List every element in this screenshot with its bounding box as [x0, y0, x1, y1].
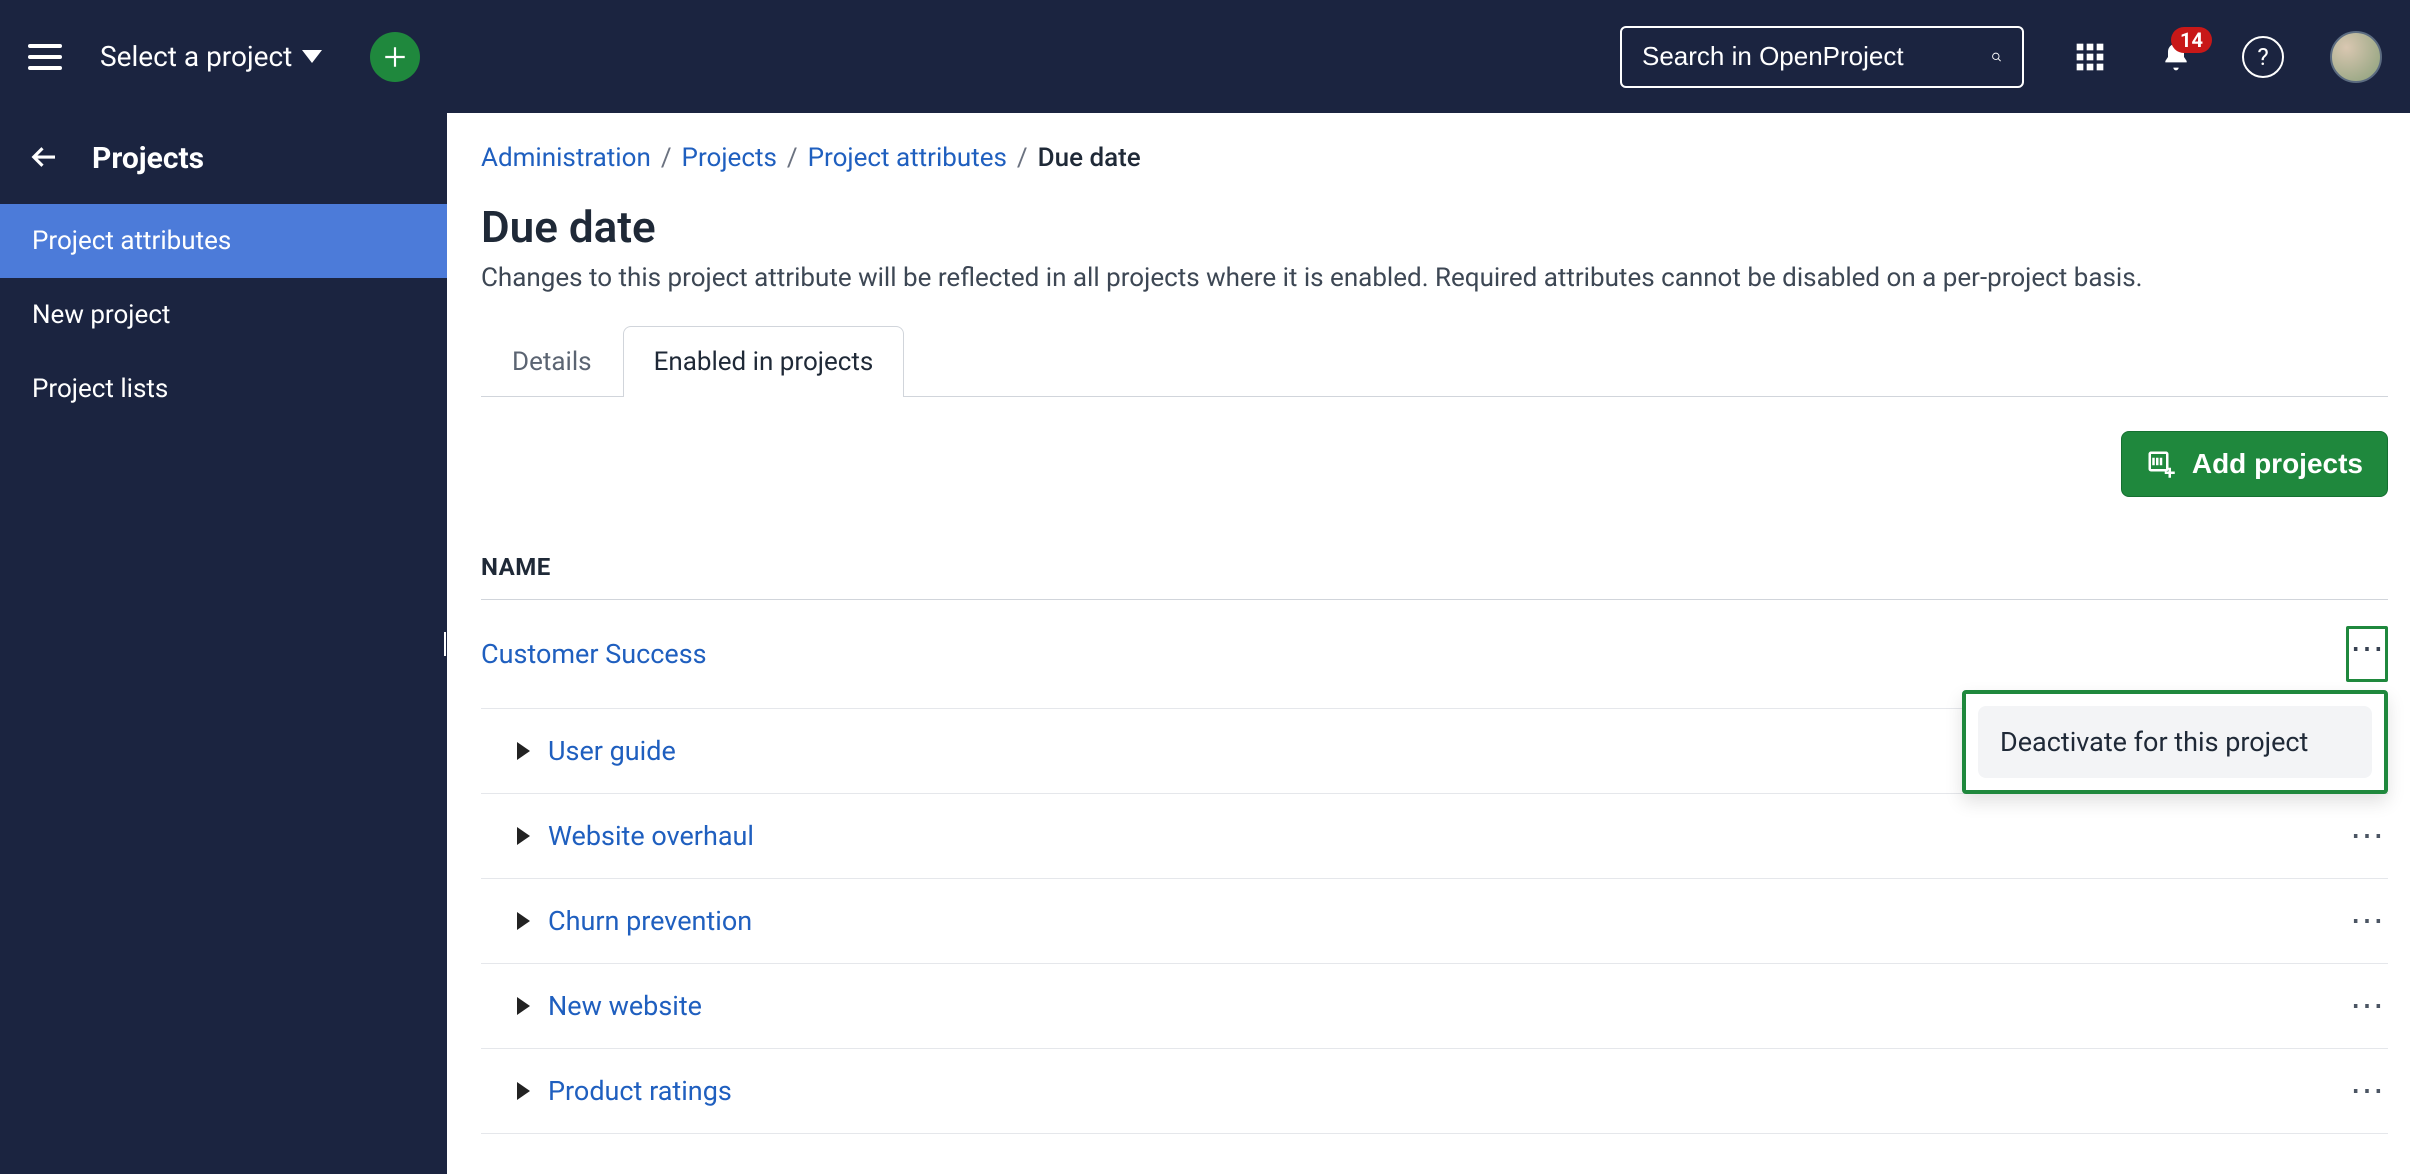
table-row: New website ⋯ [481, 964, 2388, 1049]
project-link[interactable]: Churn prevention [548, 905, 752, 937]
quick-add-button[interactable] [370, 32, 420, 82]
sidebar-item-project-lists[interactable]: Project lists [0, 352, 447, 426]
expand-toggle-icon[interactable] [517, 827, 530, 845]
tab-details[interactable]: Details [481, 326, 623, 397]
sidebar-item-label: Project lists [32, 374, 168, 404]
sidebar-item-label: Project attributes [32, 226, 231, 256]
breadcrumb-separator: / [1017, 143, 1028, 173]
question-icon: ? [2257, 43, 2268, 71]
topbar: Select a project 14 ? [0, 0, 2410, 113]
table-row: Website overhaul ⋯ [481, 794, 2388, 879]
breadcrumb-project-attributes[interactable]: Project attributes [808, 143, 1007, 173]
plus-icon [382, 44, 408, 70]
sidebar-item-project-attributes[interactable]: Project attributes [0, 204, 447, 278]
notifications-button[interactable]: 14 [2156, 37, 2196, 77]
select-project-dropdown[interactable]: Select a project [100, 40, 322, 73]
project-link[interactable]: User guide [548, 735, 676, 767]
breadcrumb-current: Due date [1038, 143, 1141, 173]
add-projects-button[interactable]: Add projects [2121, 431, 2388, 497]
table-header-name: NAME [481, 553, 2388, 600]
tab-enabled-in-projects[interactable]: Enabled in projects [623, 326, 905, 397]
project-link[interactable]: Customer Success [481, 638, 707, 670]
tabs: Details Enabled in projects [481, 325, 2388, 397]
add-projects-icon [2146, 449, 2176, 479]
search-icon [1991, 42, 2002, 72]
tab-label: Details [512, 347, 592, 377]
expand-toggle-icon[interactable] [517, 997, 530, 1015]
expand-toggle-icon[interactable] [517, 742, 530, 760]
breadcrumb-separator: / [787, 143, 798, 173]
row-actions-menu-button[interactable]: ⋯ [2346, 626, 2388, 682]
notification-badge: 14 [2171, 27, 2212, 53]
expand-toggle-icon[interactable] [517, 1082, 530, 1100]
sidebar: Projects Project attributes New project … [0, 113, 447, 1174]
project-link[interactable]: Website overhaul [548, 820, 754, 852]
table-row: Churn prevention ⋯ [481, 879, 2388, 964]
popover-item-label: Deactivate for this project [2000, 726, 2308, 758]
row-actions-popover: Deactivate for this project [1962, 690, 2388, 794]
row-actions-menu-button[interactable]: ⋯ [2346, 906, 2388, 936]
table-row: Customer Success ⋯ Deactivate for this p… [481, 600, 2388, 709]
hamburger-menu-button[interactable] [28, 44, 62, 70]
chevron-down-icon [302, 50, 322, 63]
row-actions-menu-button[interactable]: ⋯ [2346, 821, 2388, 851]
help-button[interactable]: ? [2242, 36, 2284, 78]
project-link[interactable]: Product ratings [548, 1075, 732, 1107]
page-title: Due date [481, 201, 2388, 253]
main-content: Administration / Projects / Project attr… [447, 113, 2410, 1174]
grid-icon [2074, 41, 2106, 73]
apps-button[interactable] [2070, 37, 2110, 77]
sidebar-title: Projects [92, 141, 204, 176]
search-input[interactable] [1642, 41, 1977, 72]
add-projects-label: Add projects [2192, 448, 2363, 480]
table-row: Product ratings ⋯ [481, 1049, 2388, 1134]
breadcrumb-administration[interactable]: Administration [481, 143, 651, 173]
breadcrumb: Administration / Projects / Project attr… [481, 143, 2388, 191]
sidebar-item-new-project[interactable]: New project [0, 278, 447, 352]
row-actions-menu-button[interactable]: ⋯ [2346, 1076, 2388, 1106]
tab-label: Enabled in projects [654, 347, 874, 377]
row-actions-menu-button[interactable]: ⋯ [2346, 991, 2388, 1021]
back-button[interactable] [30, 142, 60, 176]
deactivate-for-project-button[interactable]: Deactivate for this project [1978, 706, 2372, 778]
global-search[interactable] [1620, 26, 2024, 88]
arrow-left-icon [30, 142, 60, 172]
breadcrumb-separator: / [661, 143, 672, 173]
sidebar-resize-handle[interactable] [444, 632, 451, 656]
sidebar-item-label: New project [32, 300, 170, 330]
expand-toggle-icon[interactable] [517, 912, 530, 930]
page-description: Changes to this project attribute will b… [481, 263, 2388, 293]
breadcrumb-projects[interactable]: Projects [682, 143, 777, 173]
user-avatar[interactable] [2330, 31, 2382, 83]
select-project-label: Select a project [100, 40, 292, 73]
project-link[interactable]: New website [548, 990, 702, 1022]
